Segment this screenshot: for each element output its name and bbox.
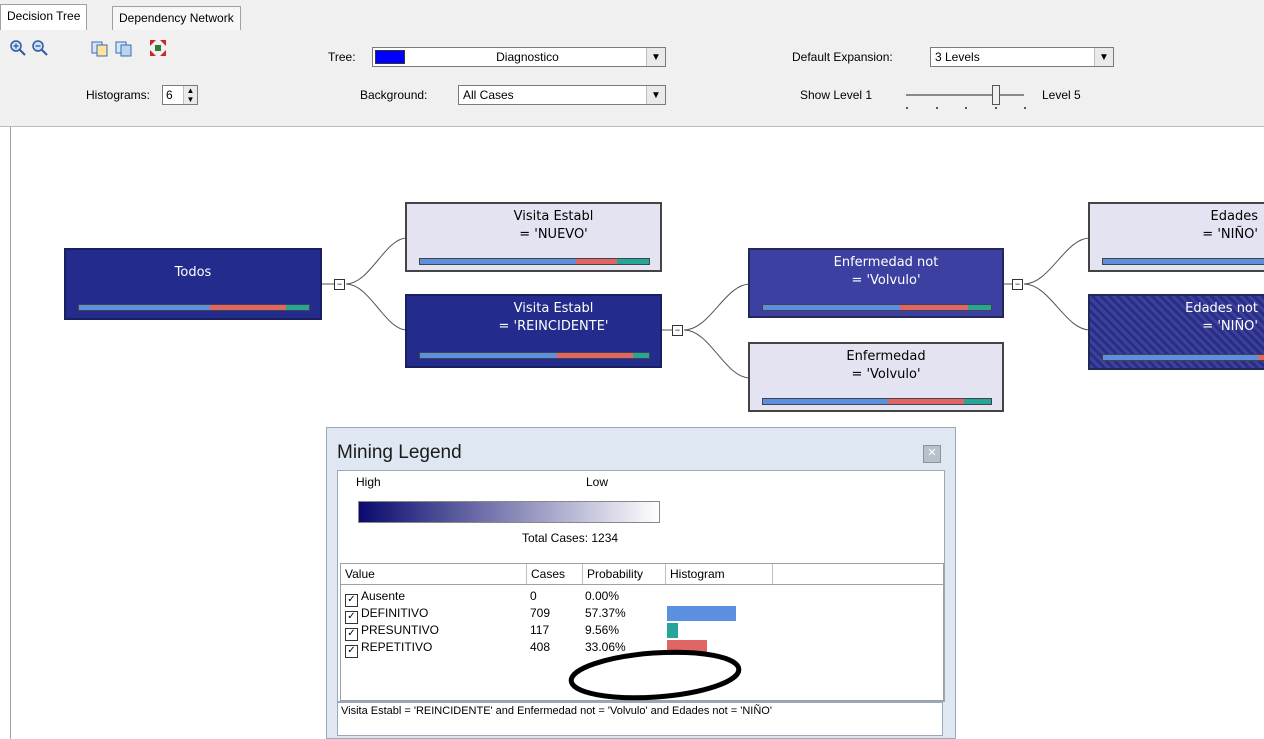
- node-condition: = 'Volvulo': [851, 273, 921, 288]
- histogram-segment: [1103, 259, 1264, 264]
- legend-high-label: High: [356, 475, 381, 489]
- node-label: Edades: [1210, 209, 1258, 224]
- legend-probability-cell: 9.56%: [585, 623, 620, 637]
- legend-cases-cell: 117: [530, 623, 550, 637]
- histogram-segment: [557, 353, 633, 358]
- tree-node-visita-nuevo[interactable]: Visita Establ = 'NUEVO': [405, 202, 662, 272]
- legend-value-label: DEFINITIVO: [361, 606, 429, 620]
- histogram-segment: [285, 305, 309, 310]
- legend-histogram-cell: [663, 588, 769, 605]
- tree-node-edades[interactable]: Edades = 'NIÑO': [1088, 202, 1264, 272]
- legend-row[interactable]: ✓ DEFINITIVO 709 57.37%: [341, 605, 943, 624]
- node-histogram: [419, 258, 650, 265]
- close-icon[interactable]: ✕: [923, 445, 941, 463]
- histogram-segment: [1103, 355, 1258, 360]
- histogram-segment: [616, 259, 649, 264]
- collapse-icon[interactable]: −: [672, 325, 683, 336]
- collapse-icon[interactable]: −: [1012, 279, 1023, 290]
- node-histogram: [78, 304, 310, 311]
- histogram-segment: [79, 305, 211, 310]
- node-condition: = 'Volvulo': [851, 367, 921, 382]
- legend-cases-cell: 709: [530, 606, 551, 620]
- histogram-segment: [420, 259, 576, 264]
- legend-grid-header: Value Cases Probability Histogram: [341, 564, 943, 585]
- column-header-probability[interactable]: Probability: [583, 564, 666, 584]
- node-label: Todos: [174, 265, 212, 280]
- histogram-bar: [667, 623, 679, 638]
- highlight-ellipse: [568, 649, 742, 701]
- histogram-bar: [667, 606, 736, 621]
- legend-value-label: REPETITIVO: [361, 640, 433, 654]
- node-histogram: [762, 398, 992, 405]
- legend-low-label: Low: [586, 475, 609, 489]
- node-condition: = 'NIÑO': [1202, 319, 1258, 334]
- node-condition: = 'NIÑO': [1202, 227, 1258, 242]
- histogram-segment: [763, 399, 889, 404]
- histogram-segment: [963, 399, 991, 404]
- histogram-segment: [899, 305, 969, 310]
- legend-row[interactable]: ✓ Ausente 0 0.00%: [341, 588, 943, 607]
- total-cases: Total Cases: 1234: [522, 531, 619, 545]
- legend-value-cell: ✓ REPETITIVO: [341, 639, 526, 658]
- legend-value-cell: ✓ Ausente: [341, 588, 526, 607]
- legend-value-label: Ausente: [361, 589, 406, 603]
- legend-value-cell: ✓ PRESUNTIVO: [341, 622, 526, 641]
- tree-node-enfermedad[interactable]: Enfermedad = 'Volvulo': [748, 342, 1004, 412]
- legend-histogram-cell: [663, 605, 769, 622]
- node-histogram: [419, 352, 650, 359]
- histogram-segment: [763, 305, 900, 310]
- legend-probability-cell: 0.00%: [585, 589, 620, 603]
- checkbox-icon[interactable]: ✓: [345, 645, 358, 658]
- histogram-segment: [632, 353, 649, 358]
- tree-node-edades-not[interactable]: Edades not = 'NIÑO': [1088, 294, 1264, 370]
- node-histogram: [762, 304, 992, 311]
- column-header-histogram[interactable]: Histogram: [666, 564, 773, 584]
- legend-value-cell: ✓ DEFINITIVO: [341, 605, 526, 624]
- node-label: Enfermedad: [846, 349, 926, 364]
- histogram-segment: [210, 305, 286, 310]
- tree-node-todos[interactable]: Todos: [64, 248, 322, 320]
- legend-row[interactable]: ✓ PRESUNTIVO 117 9.56%: [341, 622, 943, 641]
- legend-title: Mining Legend: [337, 442, 462, 463]
- column-header-value[interactable]: Value: [341, 564, 527, 584]
- node-label: Visita Establ: [513, 301, 594, 316]
- node-label: Visita Establ: [513, 209, 594, 224]
- node-condition: = 'NUEVO': [519, 227, 588, 242]
- histogram-segment: [968, 305, 991, 310]
- tree-node-visita-reincidente[interactable]: Visita Establ = 'REINCIDENTE': [405, 294, 662, 368]
- histogram-segment: [420, 353, 558, 358]
- legend-value-label: PRESUNTIVO: [361, 623, 440, 637]
- tab-decision-tree[interactable]: Decision Tree: [0, 4, 88, 30]
- tree-node-enfermedad-not[interactable]: Enfermedad not = 'Volvulo': [748, 248, 1004, 318]
- node-histogram: [1102, 354, 1264, 361]
- legend-histogram-cell: [663, 622, 769, 639]
- node-condition: = 'REINCIDENTE': [498, 319, 609, 334]
- node-histogram: [1102, 258, 1264, 265]
- collapse-icon[interactable]: −: [334, 279, 345, 290]
- node-label: Edades not: [1185, 301, 1258, 316]
- density-gradient: [358, 501, 660, 523]
- column-header-cases[interactable]: Cases: [527, 564, 583, 584]
- legend-cases-cell: 0: [530, 589, 537, 603]
- node-label: Enfermedad not: [833, 255, 939, 270]
- legend-probability-cell: 57.37%: [585, 606, 626, 620]
- histogram-segment: [575, 259, 617, 264]
- histogram-segment: [888, 399, 964, 404]
- histogram-segment: [1257, 355, 1264, 360]
